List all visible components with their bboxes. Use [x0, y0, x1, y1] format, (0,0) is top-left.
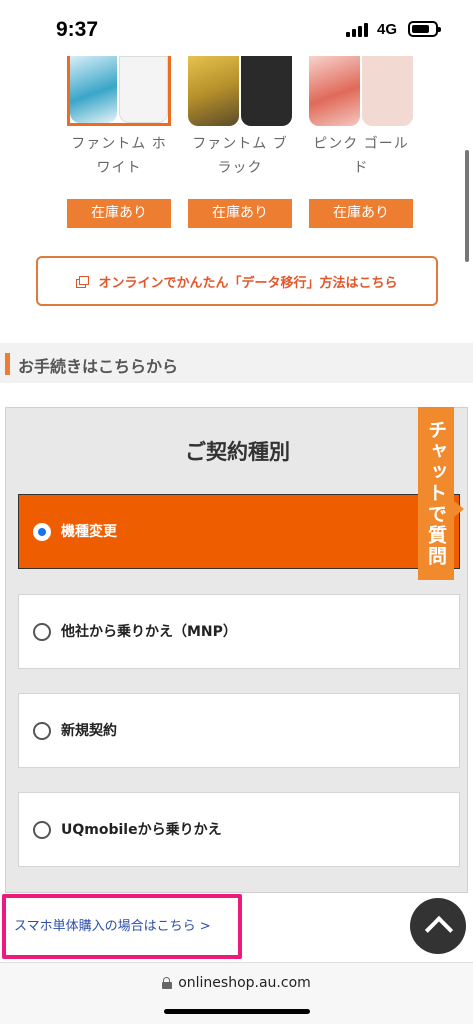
- scrollbar[interactable]: [465, 150, 469, 262]
- phone-image[interactable]: [67, 56, 171, 126]
- option-label: UQmobileから乗りかえ: [61, 822, 222, 838]
- radio-button[interactable]: [33, 523, 51, 541]
- stock-badge: 在庫あり: [188, 199, 292, 228]
- url-domain[interactable]: onlineshop.au.com: [178, 975, 311, 991]
- status-time: 9:37: [56, 18, 99, 41]
- stock-badge: 在庫あり: [67, 199, 171, 228]
- option-model-change[interactable]: 機種変更: [18, 494, 460, 569]
- external-link-icon: [76, 275, 90, 288]
- signal-icon: [346, 23, 370, 37]
- section-title: お手続きはこちらから: [18, 357, 179, 376]
- color-name: ファントム ホワイト: [71, 136, 167, 176]
- color-name: ファントム ブラック: [192, 136, 288, 176]
- option-label: 新規契約: [61, 723, 117, 739]
- color-name: ピンク ゴールド: [313, 136, 409, 176]
- option-label: 機種変更: [61, 524, 117, 540]
- phone-image[interactable]: [309, 56, 413, 126]
- data-transfer-label: オンラインでかんたん「データ移行」方法はこちら: [98, 275, 398, 291]
- sim-free-purchase-link[interactable]: スマホ単体購入の場合はこちら >: [2, 894, 242, 959]
- section-header: お手続きはこちらから: [0, 343, 473, 383]
- battery-icon: [408, 21, 441, 37]
- scroll-to-top-button[interactable]: [410, 898, 466, 954]
- contract-type-panel: ご契約種別 機種変更 他社から乗りかえ（MNP） 新規契約 UQmobileから…: [5, 407, 468, 893]
- stock-badge: 在庫あり: [309, 199, 413, 228]
- radio-button[interactable]: [33, 821, 51, 839]
- data-transfer-link[interactable]: オンラインでかんたん「データ移行」方法はこちら: [36, 256, 438, 306]
- browser-url-bar[interactable]: onlineshop.au.com: [0, 962, 473, 1024]
- chat-question-tab[interactable]: チャットで質問: [418, 407, 464, 580]
- radio-button[interactable]: [33, 722, 51, 740]
- home-indicator[interactable]: [164, 1009, 310, 1014]
- option-uqmobile[interactable]: UQmobileから乗りかえ: [18, 792, 460, 867]
- section-accent-bar: [5, 353, 10, 375]
- lock-icon: [162, 977, 173, 989]
- contract-type-title: ご契約種別: [185, 440, 290, 464]
- option-mnp[interactable]: 他社から乗りかえ（MNP）: [18, 594, 460, 669]
- network-label: 4G: [377, 21, 398, 38]
- phone-image[interactable]: [188, 56, 292, 126]
- status-bar: 9:37 4G: [0, 0, 473, 56]
- option-new-contract[interactable]: 新規契約: [18, 693, 460, 768]
- radio-button[interactable]: [33, 623, 51, 641]
- option-label: 他社から乗りかえ（MNP）: [61, 624, 237, 640]
